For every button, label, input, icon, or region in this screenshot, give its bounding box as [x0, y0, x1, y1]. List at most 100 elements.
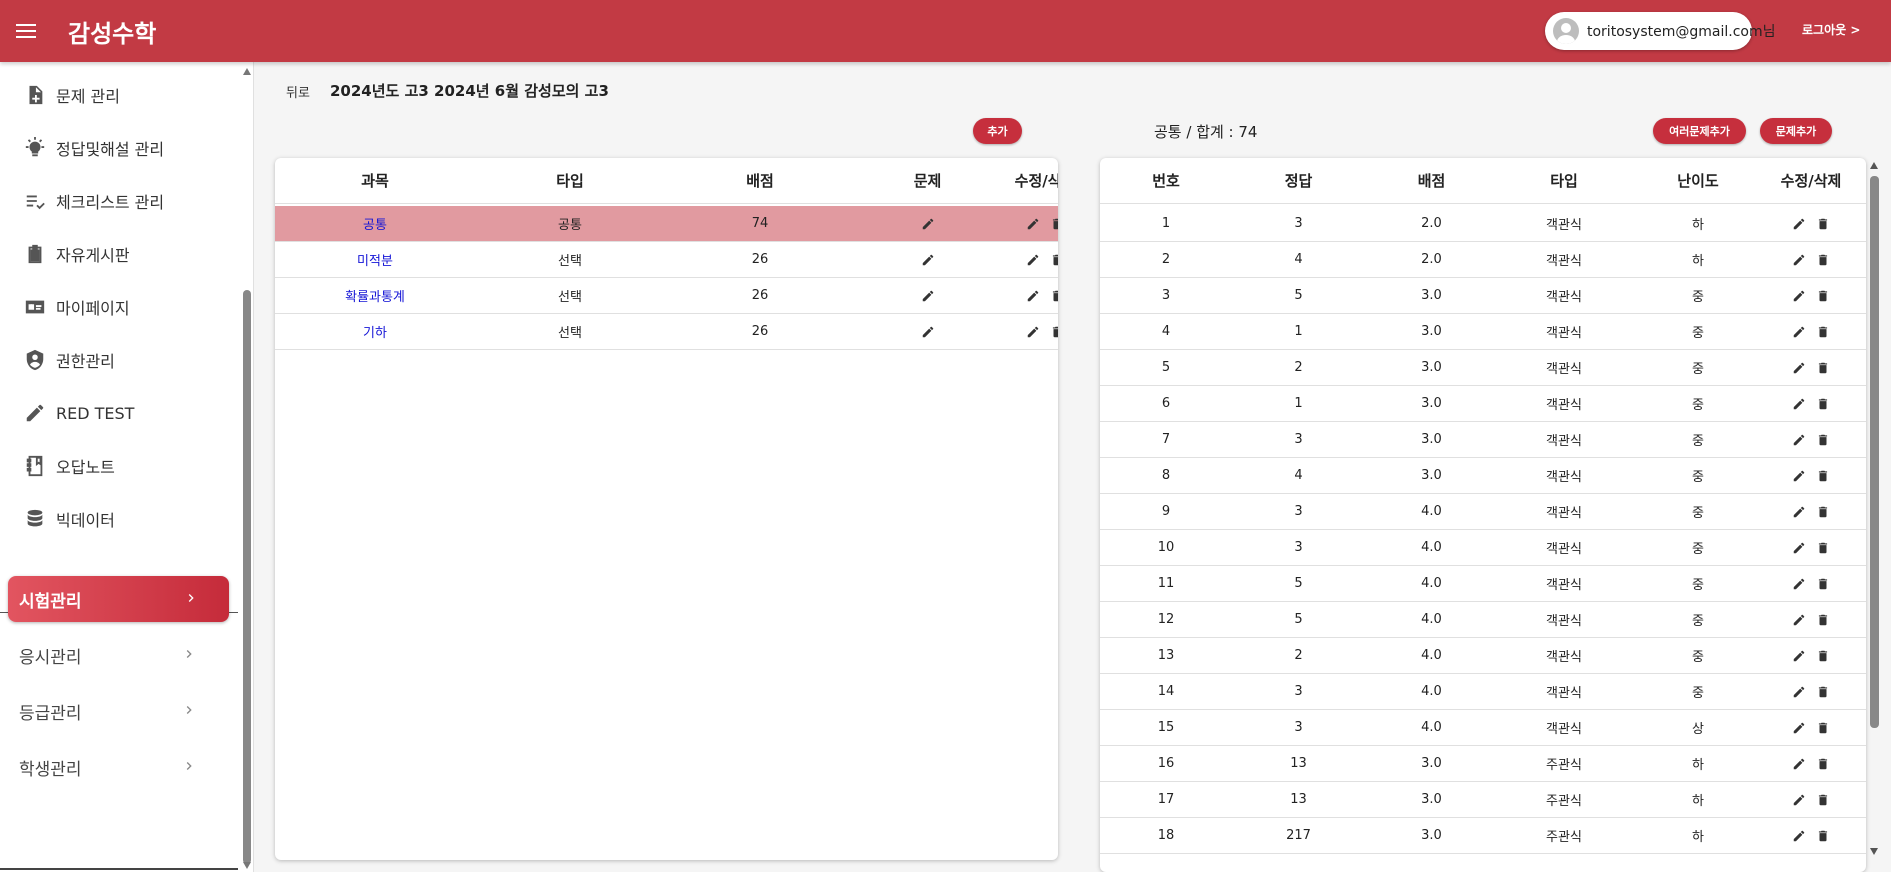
edit-icon[interactable] — [1792, 685, 1806, 699]
sidebar-subitem[interactable]: 학생관리 — [8, 744, 229, 790]
scroll-down-arrow[interactable] — [1870, 848, 1878, 855]
edit-icon[interactable] — [1792, 829, 1806, 843]
delete-icon[interactable] — [1816, 577, 1830, 591]
edit-icon[interactable] — [1792, 577, 1806, 591]
subject-link[interactable]: 기하 — [363, 322, 387, 341]
sidebar-item[interactable]: 정답및해설 관리 — [0, 128, 238, 168]
edit-icon[interactable] — [1792, 469, 1806, 483]
table-row[interactable]: 4 1 3.0 객관식 중 — [1100, 314, 1866, 350]
table-row[interactable]: 9 3 4.0 객관식 중 — [1100, 494, 1866, 530]
delete-icon[interactable] — [1816, 721, 1830, 735]
table-row[interactable]: 14 3 4.0 객관식 중 — [1100, 674, 1866, 710]
sidebar-item[interactable]: RED TEST — [0, 393, 238, 433]
edit-icon[interactable] — [1026, 253, 1040, 267]
edit-icon[interactable] — [1026, 289, 1040, 303]
edit-problems-icon[interactable] — [921, 217, 935, 231]
scroll-up-arrow[interactable] — [243, 68, 251, 75]
table-row[interactable]: 2 4 2.0 객관식 하 — [1100, 242, 1866, 278]
delete-icon[interactable] — [1816, 397, 1830, 411]
table-row[interactable]: 11 5 4.0 객관식 중 — [1100, 566, 1866, 602]
sidebar-item[interactable]: 마이페이지 — [0, 287, 238, 327]
edit-icon[interactable] — [1026, 325, 1040, 339]
edit-problems-icon[interactable] — [921, 289, 935, 303]
delete-icon[interactable] — [1816, 469, 1830, 483]
edit-problems-icon[interactable] — [921, 325, 935, 339]
delete-icon[interactable] — [1816, 433, 1830, 447]
sidebar-item[interactable]: 빅데이터 — [0, 499, 238, 539]
menu-icon[interactable] — [16, 20, 42, 42]
back-link[interactable]: 뒤로 — [286, 82, 310, 101]
edit-icon[interactable] — [1792, 757, 1806, 771]
delete-icon[interactable] — [1816, 757, 1830, 771]
delete-icon[interactable] — [1816, 829, 1830, 843]
table-row[interactable]: 확률과통계 선택 26 — [275, 278, 1058, 314]
edit-icon[interactable] — [1792, 613, 1806, 627]
add-subject-button[interactable]: 추가 — [973, 118, 1022, 144]
sidebar-item[interactable]: 문제 관리 — [0, 75, 238, 115]
delete-icon[interactable] — [1050, 325, 1058, 339]
sidebar-subitem[interactable]: 등급관리 — [8, 688, 229, 734]
add-problem-button[interactable]: 문제추가 — [1760, 118, 1832, 144]
subject-link[interactable]: 확률과통계 — [345, 286, 405, 305]
table-row[interactable]: 7 3 3.0 객관식 중 — [1100, 422, 1866, 458]
table-row[interactable]: 15 3 4.0 객관식 상 — [1100, 710, 1866, 746]
delete-icon[interactable] — [1050, 253, 1058, 267]
logout-button[interactable]: 로그아웃 > — [1802, 21, 1860, 38]
sidebar-scrollbar[interactable] — [243, 290, 251, 864]
table-row[interactable]: 5 2 3.0 객관식 중 — [1100, 350, 1866, 386]
delete-icon[interactable] — [1050, 289, 1058, 303]
table-row[interactable]: 6 1 3.0 객관식 중 — [1100, 386, 1866, 422]
table-row[interactable]: 1 3 2.0 객관식 하 — [1100, 206, 1866, 242]
edit-icon[interactable] — [1792, 397, 1806, 411]
problems-scrollbar[interactable] — [1870, 176, 1879, 728]
table-row[interactable]: 18 217 3.0 주관식 하 — [1100, 818, 1866, 854]
delete-icon[interactable] — [1816, 541, 1830, 555]
edit-icon[interactable] — [1792, 325, 1806, 339]
subject-link[interactable]: 미적분 — [357, 250, 393, 269]
table-row[interactable]: 13 2 4.0 객관식 중 — [1100, 638, 1866, 674]
table-row[interactable]: 3 5 3.0 객관식 중 — [1100, 278, 1866, 314]
sidebar-item[interactable]: 오답노트 — [0, 446, 238, 486]
table-row[interactable]: 기하 선택 26 — [275, 314, 1058, 350]
table-row[interactable]: 8 4 3.0 객관식 중 — [1100, 458, 1866, 494]
table-row[interactable]: 미적분 선택 26 — [275, 242, 1058, 278]
delete-icon[interactable] — [1816, 793, 1830, 807]
delete-icon[interactable] — [1816, 253, 1830, 267]
table-row[interactable]: 공통 공통 74 — [275, 206, 1058, 242]
edit-icon[interactable] — [1792, 721, 1806, 735]
sidebar-subitem[interactable]: 응시관리 — [8, 632, 229, 678]
delete-icon[interactable] — [1816, 685, 1830, 699]
edit-icon[interactable] — [1792, 289, 1806, 303]
table-row[interactable]: 16 13 3.0 주관식 하 — [1100, 746, 1866, 782]
sidebar-subitem[interactable]: 시험관리 — [8, 576, 229, 622]
delete-icon[interactable] — [1816, 217, 1830, 231]
edit-icon[interactable] — [1792, 793, 1806, 807]
sidebar-item[interactable]: 권한관리 — [0, 340, 238, 380]
user-chip[interactable]: toritosystem@gmail.com님 — [1545, 12, 1775, 50]
table-row[interactable]: 12 5 4.0 객관식 중 — [1100, 602, 1866, 638]
table-row[interactable]: 10 3 4.0 객관식 중 — [1100, 530, 1866, 566]
sidebar-item[interactable]: 체크리스트 관리 — [0, 181, 238, 221]
edit-icon[interactable] — [1792, 217, 1806, 231]
delete-icon[interactable] — [1816, 325, 1830, 339]
edit-problems-icon[interactable] — [921, 253, 935, 267]
delete-icon[interactable] — [1050, 217, 1058, 231]
delete-icon[interactable] — [1816, 613, 1830, 627]
multi-add-problem-button[interactable]: 여러문제추가 — [1653, 118, 1746, 144]
edit-icon[interactable] — [1792, 433, 1806, 447]
delete-icon[interactable] — [1816, 505, 1830, 519]
delete-icon[interactable] — [1816, 649, 1830, 663]
sidebar-item[interactable]: 자유게시판 — [0, 234, 238, 274]
delete-icon[interactable] — [1816, 361, 1830, 375]
subject-link[interactable]: 공통 — [363, 214, 387, 233]
scroll-down-arrow[interactable] — [243, 862, 251, 869]
edit-icon[interactable] — [1792, 505, 1806, 519]
edit-icon[interactable] — [1792, 541, 1806, 555]
scroll-up-arrow[interactable] — [1870, 162, 1878, 169]
delete-icon[interactable] — [1816, 289, 1830, 303]
edit-icon[interactable] — [1792, 649, 1806, 663]
edit-icon[interactable] — [1792, 361, 1806, 375]
edit-icon[interactable] — [1026, 217, 1040, 231]
table-row[interactable]: 17 13 3.0 주관식 하 — [1100, 782, 1866, 818]
edit-icon[interactable] — [1792, 253, 1806, 267]
